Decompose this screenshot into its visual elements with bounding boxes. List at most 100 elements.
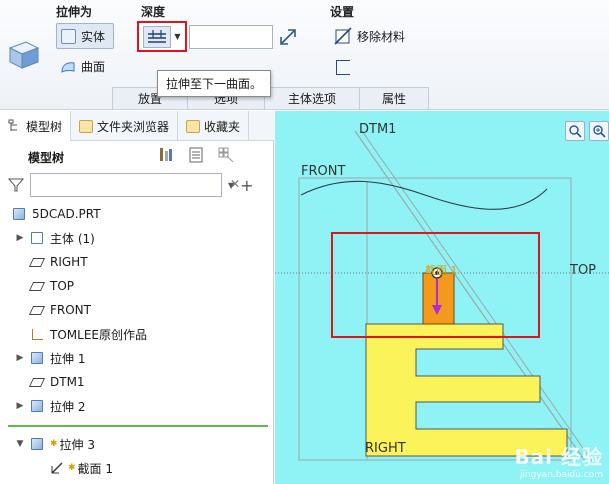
app-window: 拉伸为 实体 曲面 深度 ▼ 设置 移除材料 放置 选项 主体选项 属性 拉伸至… — [0, 0, 609, 484]
favorites-icon — [186, 119, 201, 133]
extrude-feature-icon — [8, 41, 40, 69]
tab-favorites-label: 收藏夹 — [204, 119, 241, 134]
flip-direction-icon[interactable] — [278, 27, 298, 47]
depth-tooltip: 拉伸至下一曲面。 — [157, 70, 272, 97]
tab-folder-browser-label: 文件夹浏览器 — [97, 119, 170, 134]
tree-item-extrude-2[interactable]: ▶ 拉伸 2 — [14, 396, 86, 416]
tree-item-top[interactable]: TOP — [26, 276, 74, 296]
tree-item-label: TOMLEE原创作品 — [50, 327, 147, 342]
right-label: RIGHT — [365, 441, 406, 456]
view-toolbar — [565, 121, 609, 141]
surface-icon — [61, 61, 75, 73]
wave-surface-curve[interactable] — [300, 180, 548, 210]
tree-item-dtm1[interactable]: DTM1 — [26, 372, 85, 392]
extrude-dashboard: 拉伸为 实体 曲面 深度 ▼ 设置 移除材料 放置 选项 主体选项 属性 拉伸至… — [0, 0, 609, 110]
solid-icon — [61, 28, 76, 44]
tab-folder-browser[interactable]: 文件夹浏览器 — [71, 111, 179, 141]
tree-item-body[interactable]: ▶ 主体 (1) — [14, 228, 95, 248]
remove-material-label: 移除材料 — [357, 29, 406, 44]
datum-plane-icon — [28, 375, 46, 389]
tab-model-tree[interactable]: 模型树 — [0, 111, 72, 141]
model-tree-title: 模型树 — [28, 151, 65, 165]
solid-label: 实体 — [81, 29, 106, 44]
settings-label: 设置 — [330, 5, 355, 19]
funnel-filter-icon[interactable] — [8, 177, 24, 193]
datum-plane-icon — [28, 255, 46, 269]
remove-material-button[interactable]: 移除材料 — [334, 27, 405, 45]
extrude-icon — [30, 437, 44, 451]
graphics-window[interactable]: DTM1 FRONT TOP RIGHT 截面 1 Bai 经验 jingyan… — [275, 111, 609, 484]
tree-item-label: DTM1 — [50, 375, 85, 389]
watermark-brand: Bai 经验 — [514, 445, 603, 469]
zoom-in-icon[interactable] — [589, 121, 609, 141]
datum-plane-icon — [28, 303, 46, 317]
watermark: Bai 经验 jingyan.baidu.com — [514, 441, 603, 480]
top-label: TOP — [569, 263, 596, 278]
tree-item-label: 拉伸 2 — [50, 399, 86, 414]
navigator-panel: 模型树 文件夹浏览器 收藏夹 模型树 ✕ ▼ + 5DCAD.PRT ▶ 主体 … — [0, 111, 274, 484]
tree-item-part[interactable]: 5DCAD.PRT — [8, 204, 101, 224]
remove-material-icon — [334, 27, 352, 45]
extrude-to-next-icon — [143, 25, 172, 48]
tree-item-extrude-1[interactable]: ▶ 拉伸 1 — [14, 348, 86, 368]
datum-plane-icon — [28, 279, 46, 293]
tab-model-tree-label: 模型树 — [26, 119, 63, 134]
insert-indicator[interactable] — [8, 425, 268, 427]
sketch-icon — [51, 462, 63, 474]
e-shaped-part[interactable] — [365, 323, 568, 457]
tree-item-label: RIGHT — [50, 255, 88, 269]
extrude-as-label: 拉伸为 — [56, 5, 93, 19]
tab-body-options[interactable]: 主体选项 — [264, 87, 360, 109]
chevron-down-icon: ▼ — [174, 32, 181, 41]
new-feature-star-icon: ✱ — [68, 463, 76, 473]
tree-item-label: 拉伸 1 — [50, 351, 86, 366]
solid-button[interactable]: 实体 — [56, 23, 114, 49]
front-label: FRONT — [301, 164, 345, 179]
tree-item-label: FRONT — [50, 303, 91, 317]
tree-filter-grid-icon[interactable] — [218, 147, 234, 163]
tree-item-label: 主体 (1) — [50, 231, 95, 246]
extrude-icon — [30, 399, 44, 413]
tree-search-row: ✕ ▼ + — [8, 172, 270, 198]
depth-option-dropdown[interactable]: ▼ — [137, 21, 187, 52]
tree-item-label: 拉伸 3 — [59, 437, 95, 452]
expand-arrow-icon[interactable]: ▶ — [14, 233, 26, 243]
clear-search-icon[interactable]: ✕ — [230, 177, 240, 191]
expand-arrow-icon[interactable]: ▶ — [14, 353, 26, 363]
refit-icon[interactable] — [565, 121, 585, 141]
tree-item-front[interactable]: FRONT — [26, 300, 91, 320]
tab-properties[interactable]: 属性 — [359, 87, 429, 109]
body-icon — [30, 231, 44, 245]
tree-item-label: 5DCAD.PRT — [32, 207, 101, 221]
collapse-arrow-icon[interactable]: ▼ — [14, 439, 26, 449]
depth-value-input[interactable] — [189, 25, 273, 49]
navigator-tabs: 模型树 文件夹浏览器 收藏夹 — [0, 111, 274, 141]
thicken-sketch-icon[interactable] — [336, 60, 350, 75]
new-feature-star-icon: ✱ — [50, 439, 58, 449]
section-label: 截面 1 — [425, 263, 458, 277]
folder-browser-icon — [79, 119, 94, 133]
tree-item-csys[interactable]: TOMLEE原创作品 — [26, 324, 147, 344]
tree-item-right[interactable]: RIGHT — [26, 252, 88, 272]
dtm1-label: DTM1 — [359, 122, 396, 137]
tree-item-label: 截面 1 — [77, 461, 113, 476]
surface-label: 曲面 — [81, 60, 106, 74]
watermark-url: jingyan.baidu.com — [519, 470, 603, 480]
coordinate-system-icon — [30, 327, 44, 341]
tab-favorites[interactable]: 收藏夹 — [178, 111, 250, 141]
tree-settings-icon[interactable] — [158, 147, 174, 163]
show-columns-icon[interactable] — [188, 147, 204, 163]
section-1-profile[interactable] — [422, 272, 455, 325]
tree-item-extrude-3[interactable]: ▼ ✱ 拉伸 3 — [14, 434, 95, 454]
tree-search-input[interactable] — [30, 173, 222, 197]
expand-arrow-icon[interactable]: ▶ — [14, 401, 26, 411]
model-tree-icon — [8, 119, 17, 131]
tree-toolbar — [158, 147, 234, 163]
part-icon — [12, 207, 26, 221]
model-canvas[interactable]: DTM1 FRONT TOP RIGHT 截面 1 — [275, 111, 609, 484]
surface-button[interactable]: 曲面 — [60, 58, 105, 75]
depth-label: 深度 — [141, 5, 166, 19]
tree-item-section-1[interactable]: ✱ 截面 1 — [50, 458, 113, 478]
tree-item-label: TOP — [50, 279, 75, 293]
add-filter-icon[interactable]: + — [240, 176, 253, 195]
